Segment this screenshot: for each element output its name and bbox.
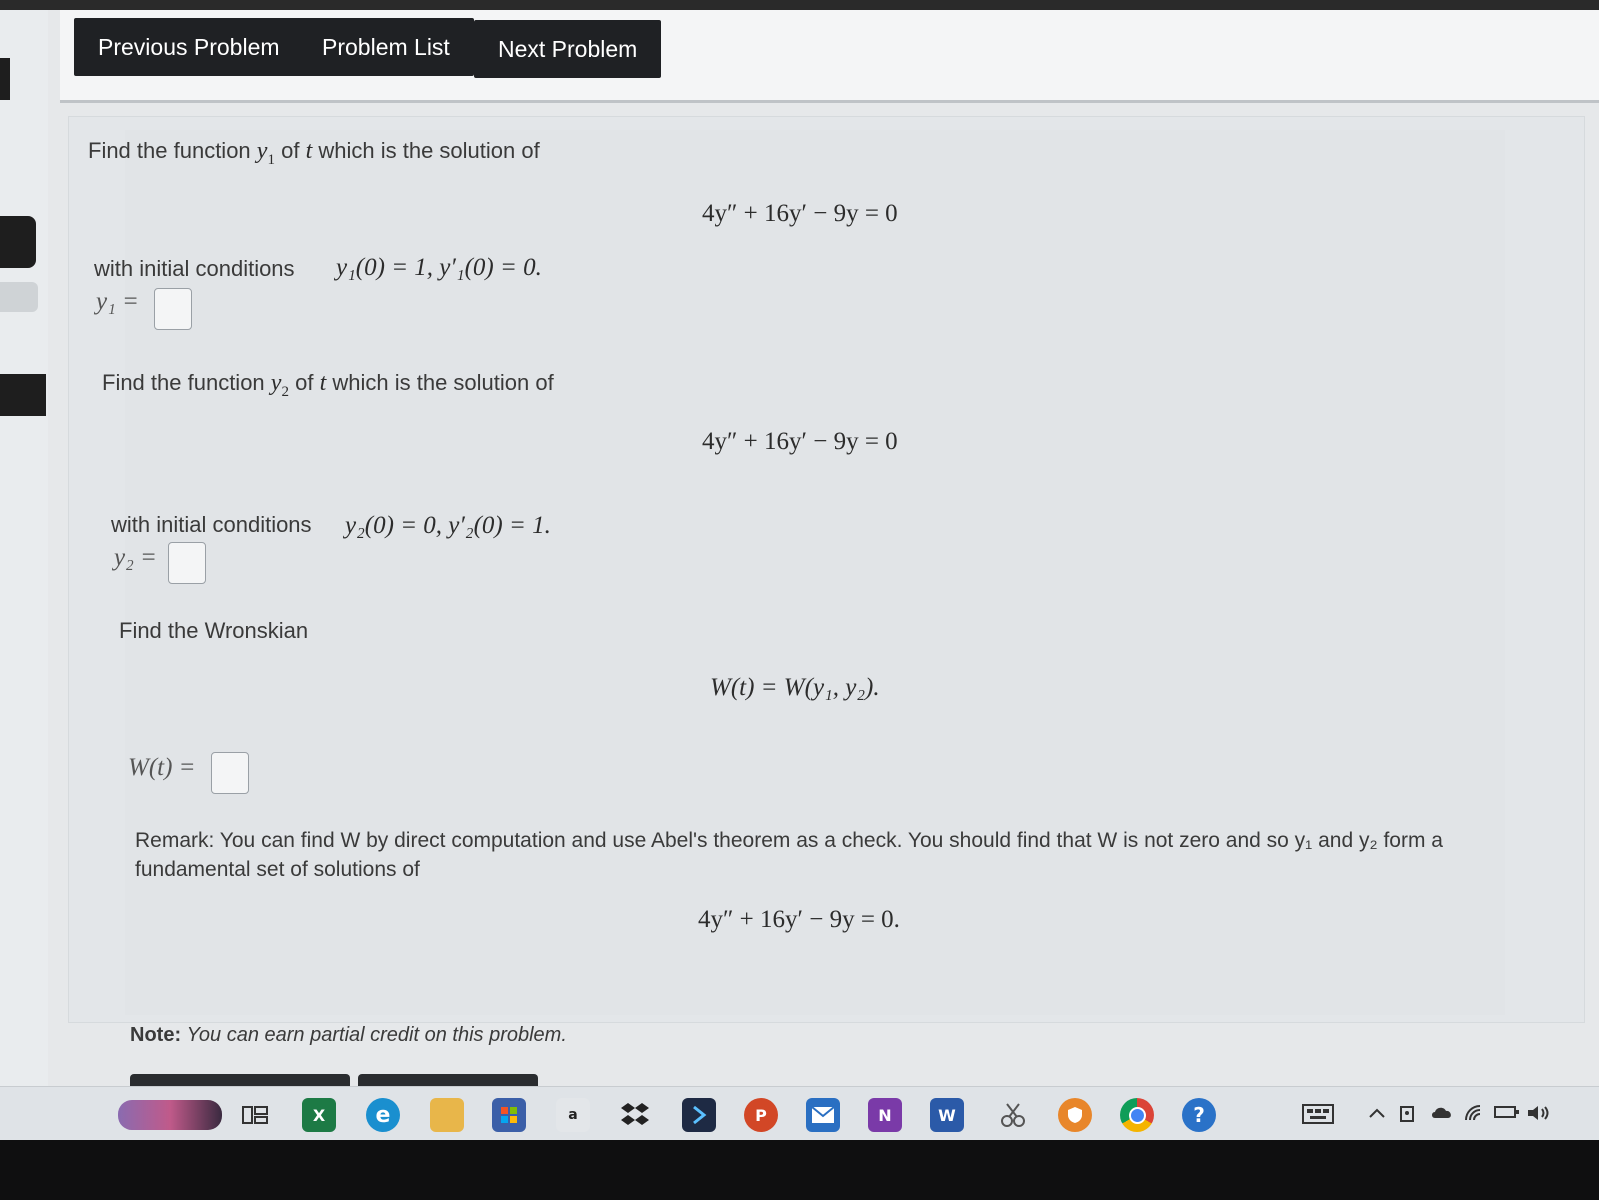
- excel-glyph: X: [312, 1105, 326, 1125]
- edge-icon[interactable]: e: [366, 1098, 400, 1132]
- answer3-input[interactable]: [211, 752, 249, 794]
- wronskian-intro: Find the Wronskian: [119, 618, 309, 643]
- answer1-row: y₁ =: [96, 288, 139, 316]
- part2-sub: 2: [281, 383, 289, 400]
- answer2-row: y₂ =: [114, 544, 157, 572]
- tray-chevron-up-icon[interactable]: [1368, 1104, 1386, 1125]
- sidebar-tab-4[interactable]: [0, 374, 46, 416]
- sidebar-tab-3[interactable]: [0, 282, 38, 312]
- tray-meet-icon[interactable]: [1398, 1104, 1418, 1129]
- sidebar-tab-1[interactable]: [0, 58, 10, 100]
- task-view-icon[interactable]: [238, 1098, 272, 1132]
- dropbox-icon[interactable]: [618, 1098, 652, 1132]
- mail-icon[interactable]: [806, 1098, 840, 1132]
- part1-intro-b: of: [281, 138, 300, 163]
- part1-var: y: [256, 138, 268, 164]
- part1-intro: Find the function y1 of t which is the s…: [88, 138, 540, 169]
- amazon-glyph: a: [568, 1107, 578, 1123]
- part2-t: t: [319, 370, 327, 396]
- previous-problem-button[interactable]: Previous Problem: [74, 18, 304, 76]
- powerpoint-glyph: P: [755, 1105, 767, 1125]
- part2-var: y: [270, 370, 282, 396]
- answer1-label: y₁ =: [96, 288, 139, 315]
- problem-list-button[interactable]: Problem List: [298, 18, 474, 76]
- part1-t: t: [305, 138, 313, 164]
- answer1-input[interactable]: [154, 288, 192, 330]
- tray-wifi-icon[interactable]: [1464, 1104, 1486, 1127]
- help-glyph: ?: [1193, 1103, 1205, 1127]
- problem-navigation: Previous Problem Problem List Next Probl…: [60, 10, 1599, 103]
- word-icon[interactable]: W: [930, 1098, 964, 1132]
- tray-keyboard-icon[interactable]: [1302, 1104, 1334, 1129]
- part1-sub: 1: [267, 151, 275, 168]
- snipping-tool-icon[interactable]: [996, 1098, 1030, 1132]
- bottom-button-edge-1[interactable]: [130, 1074, 350, 1086]
- store-icon[interactable]: [492, 1098, 526, 1132]
- onenote-glyph: N: [878, 1105, 892, 1125]
- part2-intro: Find the function y2 of t which is the s…: [102, 370, 554, 401]
- next-problem-button[interactable]: Next Problem: [474, 20, 662, 78]
- file-explorer-icon[interactable]: [430, 1098, 464, 1132]
- chrome-icon[interactable]: [1120, 1098, 1154, 1132]
- part1-equation: 4y″ + 16y′ − 9y = 0: [702, 200, 898, 227]
- answer3-label: W(t) =: [128, 754, 196, 781]
- part2-intro-a: Find the function: [102, 370, 265, 395]
- part1-intro-c: which is the solution of: [318, 138, 540, 163]
- remark-text: Remark: You can find W by direct computa…: [135, 829, 1443, 881]
- part1-init-label: with initial conditions: [94, 256, 295, 281]
- powershell-icon[interactable]: [682, 1098, 716, 1132]
- part2-intro-c: which is the solution of: [332, 370, 554, 395]
- note-label: Note:: [130, 1024, 182, 1046]
- onenote-icon[interactable]: N: [868, 1098, 902, 1132]
- tray-onedrive-icon[interactable]: [1430, 1104, 1454, 1125]
- partial-credit-note: Note: You can earn partial credit on thi…: [130, 1024, 567, 1047]
- part2-intro-b: of: [295, 370, 314, 395]
- answer2-input[interactable]: [168, 542, 206, 584]
- answer3-row: W(t) =: [128, 754, 196, 782]
- tray-battery-icon[interactable]: [1494, 1104, 1520, 1125]
- part2-init-conditions: y₂(0) = 0, y′₂(0) = 1.: [345, 512, 551, 539]
- top-edge: [0, 0, 1599, 10]
- answer2-label: y₂ =: [114, 544, 157, 571]
- part2-init-label: with initial conditions: [111, 512, 312, 537]
- left-sidebar: [0, 10, 48, 1100]
- word-glyph: W: [938, 1105, 956, 1125]
- help-icon[interactable]: ?: [1182, 1098, 1216, 1132]
- app-thumbnail-icon[interactable]: [118, 1100, 222, 1130]
- vpn-icon[interactable]: [1058, 1098, 1092, 1132]
- powerpoint-icon[interactable]: P: [744, 1098, 778, 1132]
- note-text: You can earn partial credit on this prob…: [186, 1024, 567, 1046]
- part2-equation: 4y″ + 16y′ − 9y = 0: [702, 428, 898, 455]
- sidebar-tab-2[interactable]: [0, 216, 36, 268]
- excel-icon[interactable]: X: [302, 1098, 336, 1132]
- wronskian-definition: W(t) = W(y₁, y₂).: [710, 674, 880, 701]
- part1-intro-a: Find the function: [88, 138, 251, 163]
- part1-init-conditions: y₁(0) = 1, y′₁(0) = 0.: [336, 254, 542, 281]
- tray-volume-icon[interactable]: [1526, 1104, 1552, 1127]
- edge-glyph: e: [375, 1102, 391, 1128]
- amazon-icon[interactable]: a: [556, 1098, 590, 1132]
- final-equation: 4y″ + 16y′ − 9y = 0.: [698, 906, 900, 933]
- screen-bezel: [0, 1140, 1599, 1200]
- bottom-button-edge-2[interactable]: [358, 1074, 538, 1086]
